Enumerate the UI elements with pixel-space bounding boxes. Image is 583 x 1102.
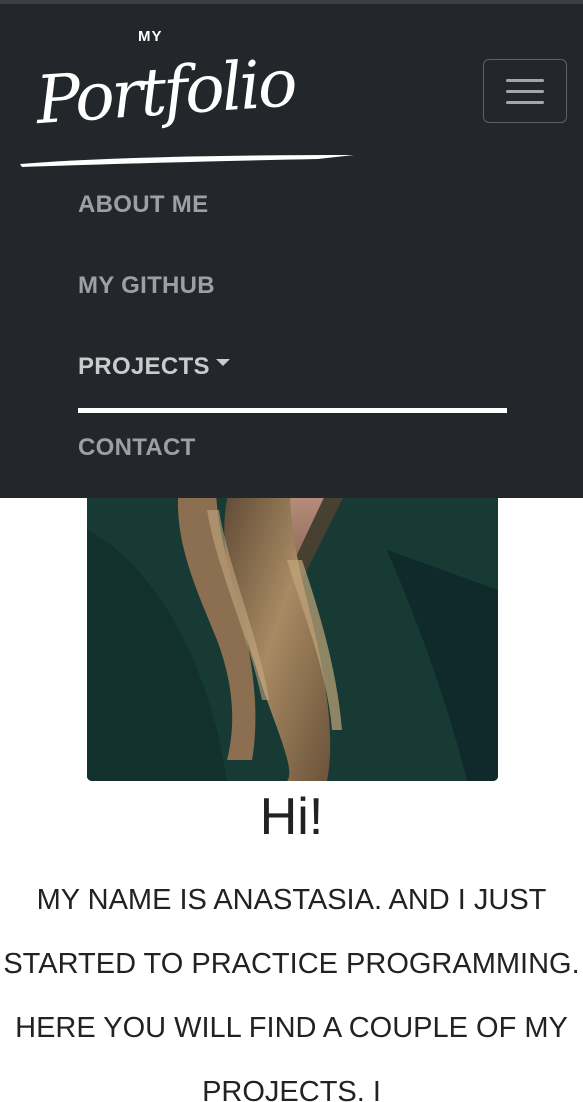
nav-link-contact[interactable]: CONTACT [78,407,508,488]
intro-text: MY NAME IS ANASTASIA. AND I JUST STARTED… [3,884,580,1102]
nav-item-about: ABOUT ME [78,164,508,245]
profile-photo [87,470,498,781]
nav-link-about-me[interactable]: ABOUT ME [78,164,508,245]
nav-link-my-github[interactable]: MY GITHUB [78,245,508,326]
nav-link-projects-label: PROJECTS [78,353,210,380]
nav-menu: ABOUT ME MY GITHUB PROJECTS CONTACT [78,164,508,488]
profile-photo-image [87,470,498,781]
greeting-heading: Hi! [259,788,324,846]
nav-item-projects: PROJECTS [78,326,508,407]
brand-script-text: Portfolio [32,44,297,139]
menu-toggle-button[interactable] [483,59,567,123]
nav-link-projects[interactable]: PROJECTS [78,326,508,407]
nav-item-contact: CONTACT [78,407,508,488]
brand-logo[interactable]: MY Portfolio [18,14,358,174]
page: MY Portfolio ABOUT ME MY GITHUB PROJECTS… [0,0,583,1102]
hamburger-icon [506,79,544,105]
active-nav-underline [78,408,507,413]
brand-small-text: MY [138,28,163,45]
nav-item-github: MY GITHUB [78,245,508,326]
navbar: MY Portfolio ABOUT ME MY GITHUB PROJECTS… [0,0,583,498]
portfolio-logo-icon: MY Portfolio [20,28,354,167]
caret-down-icon [215,359,230,367]
